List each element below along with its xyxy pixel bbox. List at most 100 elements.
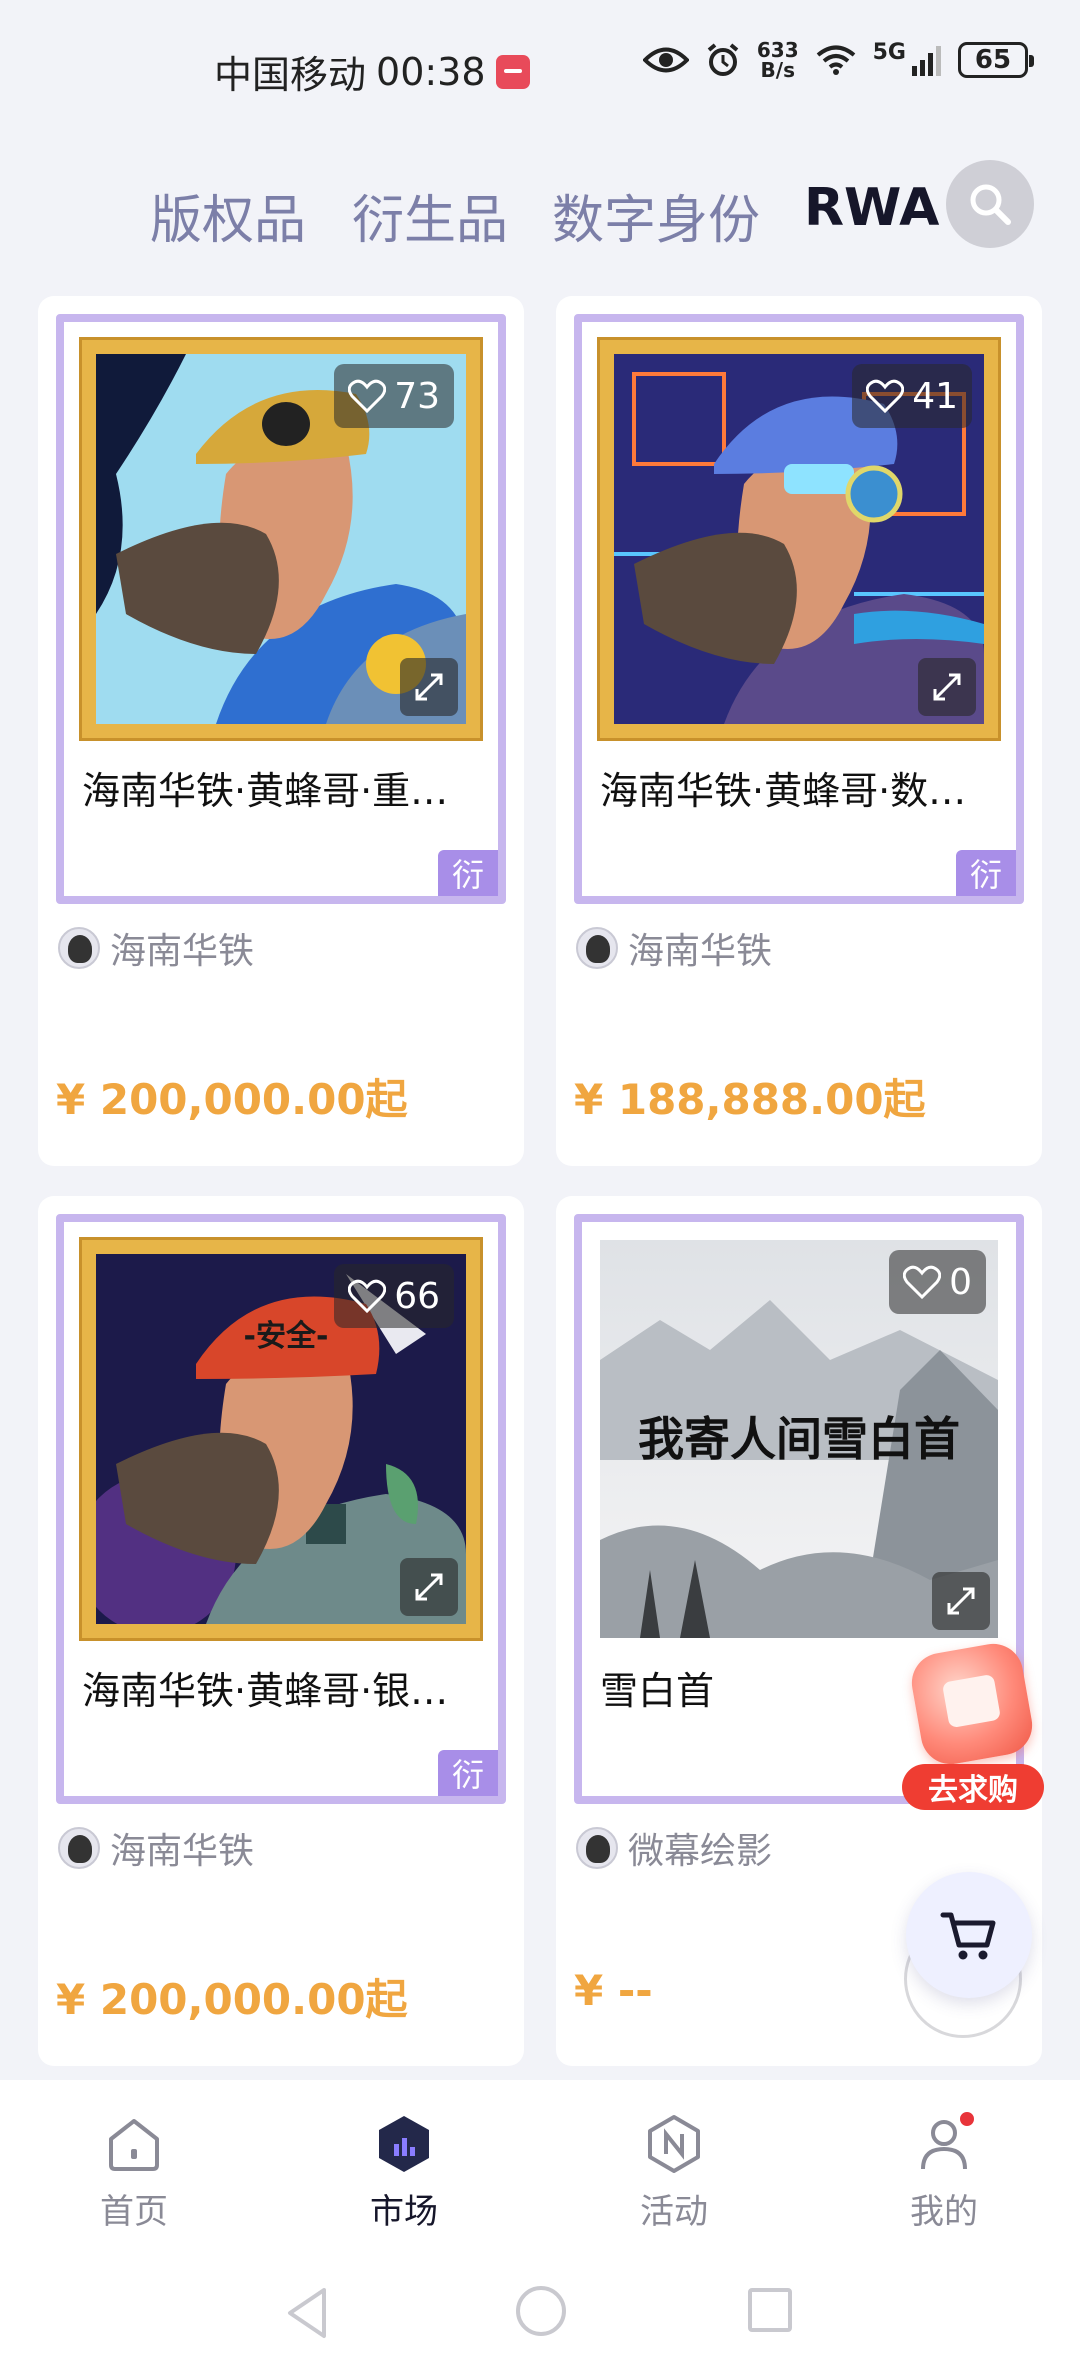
card-frame: 41 海南华铁·黄蜂哥·数… 衍 xyxy=(574,314,1024,904)
tab-digital-identity[interactable]: 数字身份 xyxy=(552,178,760,253)
alarm-icon xyxy=(707,43,739,76)
product-card[interactable]: 41 海南华铁·黄蜂哥·数… 衍 海南华铁 ¥ 188,888.00起 xyxy=(556,296,1042,1166)
network-speed: 633 B/s xyxy=(757,40,799,80)
nav-market-label: 市场 xyxy=(370,2192,438,2232)
speed-unit: B/s xyxy=(760,58,795,82)
nav-activity[interactable]: 活动 xyxy=(604,2114,744,2233)
battery-level: 65 xyxy=(974,45,1012,75)
creator-name: 海南华铁 xyxy=(110,931,255,972)
profile-icon xyxy=(914,2110,976,2174)
heart-icon xyxy=(348,379,387,413)
wifi-icon xyxy=(816,45,855,75)
tab-rwa[interactable]: RWA xyxy=(804,178,939,238)
price-label: ¥ -- xyxy=(574,1966,653,2015)
card-title: 海南华铁·黄蜂哥·银… xyxy=(82,1669,449,1713)
app-notification-icon xyxy=(495,54,530,89)
creator-name: 微幕绘影 xyxy=(628,1831,773,1872)
like-button[interactable]: 66 xyxy=(334,1264,454,1328)
notification-dot xyxy=(958,2110,976,2128)
tab-copyright[interactable]: 版权品 xyxy=(150,178,306,253)
expand-icon xyxy=(933,673,961,701)
card-artwork[interactable]: 我寄人间雪白首 0 xyxy=(600,1240,998,1638)
nav-profile[interactable]: 我的 xyxy=(874,2110,1014,2233)
heart-icon xyxy=(903,1265,942,1299)
card-title: 海南华铁·黄蜂哥·重… xyxy=(82,769,449,813)
heart-icon xyxy=(866,379,905,413)
category-tabs: 版权品 衍生品 数字身份 RWA xyxy=(0,160,1080,260)
expand-button[interactable] xyxy=(932,1572,990,1630)
expand-icon xyxy=(415,673,443,701)
price-label: ¥ 200,000.00起 xyxy=(56,1975,408,2024)
expand-button[interactable] xyxy=(400,658,458,716)
search-icon xyxy=(970,184,1011,225)
like-count: 41 xyxy=(912,375,958,417)
like-button[interactable]: 41 xyxy=(852,364,972,428)
creator-name: 海南华铁 xyxy=(628,931,773,972)
heart-icon xyxy=(348,1279,387,1313)
card-frame: 73 海南华铁·黄蜂哥·重… 衍 xyxy=(56,314,506,904)
product-card[interactable]: 73 海南华铁·黄蜂哥·重… 衍 海南华铁 ¥ 200,000.00起 xyxy=(38,296,524,1166)
creator-info[interactable]: 海南华铁 xyxy=(58,922,254,974)
like-count: 0 xyxy=(949,1261,972,1303)
activity-icon xyxy=(644,2114,704,2174)
system-nav-bar xyxy=(0,2260,1080,2376)
creator-info[interactable]: 海南华铁 xyxy=(58,1822,254,1874)
nav-home-label: 首页 xyxy=(100,2192,168,2232)
derivative-tag: 衍 xyxy=(956,850,1016,896)
nav-market[interactable]: 市场 xyxy=(334,2114,474,2233)
recent-apps-icon[interactable] xyxy=(748,2288,792,2332)
creator-avatar xyxy=(58,927,100,969)
derivative-tag: 衍 xyxy=(438,1750,498,1796)
tab-derivatives[interactable]: 衍生品 xyxy=(352,178,508,253)
status-bar: 中国移动 00:38 633 B/s 5G 65 xyxy=(0,0,1080,130)
want-to-buy-widget[interactable]: 去求购 xyxy=(898,1639,1048,1818)
creator-avatar xyxy=(576,927,618,969)
nav-activity-label: 活动 xyxy=(640,2192,708,2232)
expand-button[interactable] xyxy=(918,658,976,716)
home-icon xyxy=(104,2114,164,2174)
creator-name: 海南华铁 xyxy=(110,1831,255,1872)
card-artwork[interactable]: -安全- 66 xyxy=(82,1240,480,1638)
market-icon xyxy=(374,2114,434,2174)
card-artwork[interactable]: 73 xyxy=(82,340,480,738)
card-title: 海南华铁·黄蜂哥·数… xyxy=(600,769,967,813)
carrier-label: 中国移动 xyxy=(214,53,367,97)
cart-icon xyxy=(940,1912,996,1960)
creator-avatar xyxy=(58,1827,100,1869)
speed-value: 633 xyxy=(756,38,799,62)
network-type: 5G xyxy=(872,39,906,65)
signal-icon xyxy=(912,46,941,76)
battery-indicator: 65 xyxy=(958,42,1034,78)
price-label: ¥ 200,000.00起 xyxy=(56,1075,408,1124)
status-right: 633 B/s 5G 65 xyxy=(642,39,1034,80)
like-count: 66 xyxy=(394,1275,440,1317)
expand-icon xyxy=(947,1587,975,1615)
back-icon[interactable] xyxy=(284,2286,330,2340)
creator-info[interactable]: 微幕绘影 xyxy=(576,1822,772,1874)
home-circle-icon[interactable] xyxy=(516,2286,566,2336)
expand-button[interactable] xyxy=(400,1558,458,1616)
nav-home[interactable]: 首页 xyxy=(64,2114,204,2233)
bottom-nav: 首页 市场 活动 我的 xyxy=(0,2080,1080,2260)
search-button[interactable] xyxy=(946,160,1034,248)
want-to-buy-label: 去求购 xyxy=(902,1764,1044,1810)
cart-button[interactable] xyxy=(906,1872,1032,1998)
clock: 00:38 xyxy=(376,49,486,94)
gift-icon xyxy=(907,1639,1037,1769)
nav-profile-label: 我的 xyxy=(910,2192,978,2232)
status-left: 中国移动 00:38 xyxy=(214,44,530,99)
expand-icon xyxy=(415,1573,443,1601)
price-label: ¥ 188,888.00起 xyxy=(574,1075,926,1124)
like-button[interactable]: 0 xyxy=(889,1250,986,1314)
creator-info[interactable]: 海南华铁 xyxy=(576,922,772,974)
eye-icon xyxy=(642,47,689,73)
artwork-poem: 我寄人间雪白首 xyxy=(638,1412,960,1466)
like-count: 73 xyxy=(394,375,440,417)
product-card[interactable]: -安全- 66 海南华铁·黄蜂哥·银… 衍 海南华铁 ¥ 200,000.00起 xyxy=(38,1196,524,2066)
card-artwork[interactable]: 41 xyxy=(600,340,998,738)
creator-avatar xyxy=(576,1827,618,1869)
derivative-tag: 衍 xyxy=(438,850,498,896)
card-frame: -安全- 66 海南华铁·黄蜂哥·银… 衍 xyxy=(56,1214,506,1804)
like-button[interactable]: 73 xyxy=(334,364,454,428)
helmet-text: -安全- xyxy=(244,1319,329,1354)
